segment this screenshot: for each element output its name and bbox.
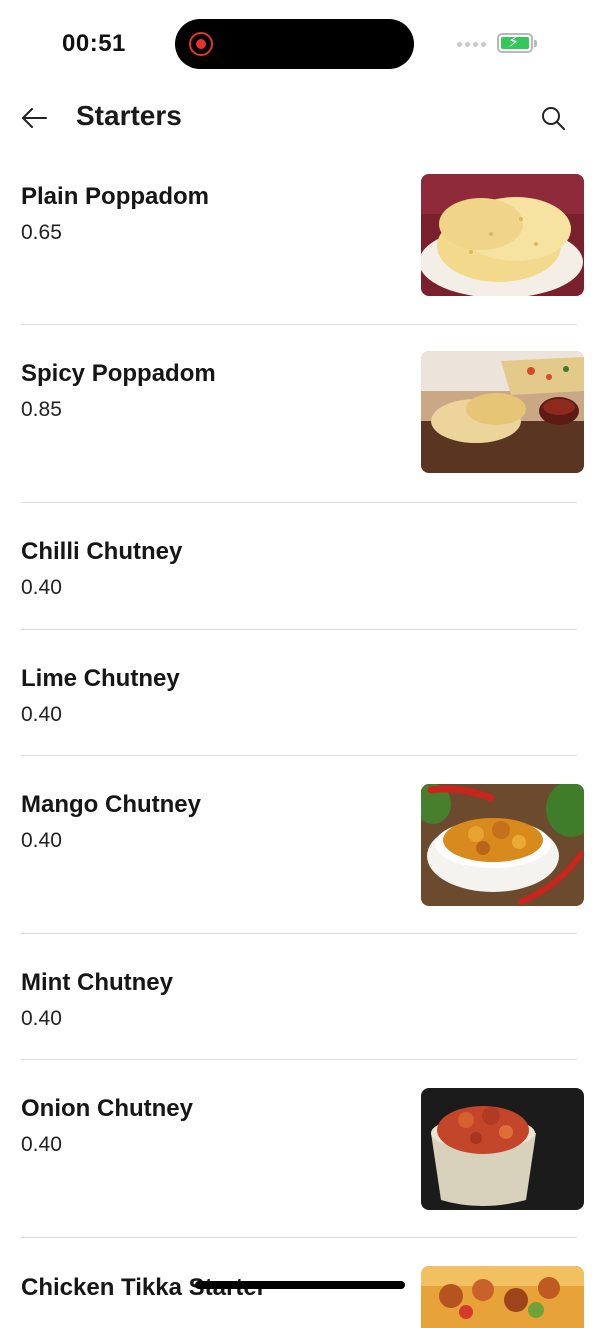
status-time: 00:51 <box>62 30 126 57</box>
item-image-spicy-poppadom <box>421 351 584 473</box>
search-icon <box>542 107 565 130</box>
item-price: 0.65 <box>21 221 62 244</box>
menu-item-list: Plain Poppadom 0.65 Spicy Poppadom 0.85 <box>0 148 598 1328</box>
item-price: 0.40 <box>21 1133 62 1156</box>
item-image-mango-chutney <box>421 784 584 906</box>
item-name: Spicy Poppadom <box>21 360 216 387</box>
item-price: 0.40 <box>21 829 62 852</box>
screen-record-icon <box>189 32 213 56</box>
battery-icon: ⚡ <box>497 33 537 53</box>
item-price: 0.40 <box>21 1007 62 1030</box>
menu-item[interactable]: Plain Poppadom 0.65 <box>21 148 584 325</box>
item-price: 0.40 <box>21 576 62 599</box>
item-name: Mint Chutney <box>21 969 173 996</box>
menu-item[interactable]: Spicy Poppadom 0.85 <box>21 325 584 503</box>
status-bar: 00:51 ⚡ <box>0 0 598 88</box>
item-name: Chilli Chutney <box>21 538 183 565</box>
search-button[interactable] <box>537 102 569 134</box>
item-name: Onion Chutney <box>21 1095 193 1122</box>
menu-item[interactable]: Mint Chutney 0.40 <box>21 934 577 1060</box>
item-name: Lime Chutney <box>21 665 180 692</box>
back-button[interactable] <box>18 102 50 134</box>
arrow-left-icon <box>22 108 47 128</box>
item-image-plain-poppadom <box>421 174 584 296</box>
item-name: Mango Chutney <box>21 791 201 818</box>
menu-item[interactable]: Onion Chutney 0.40 <box>21 1060 584 1238</box>
item-price: 0.40 <box>21 703 62 726</box>
menu-item[interactable]: Mango Chutney 0.40 <box>21 756 584 934</box>
menu-item[interactable]: Chilli Chutney 0.40 <box>21 503 577 630</box>
item-price: 0.85 <box>21 398 62 421</box>
item-image-onion-chutney <box>421 1088 584 1210</box>
item-name: Plain Poppadom <box>21 183 210 210</box>
top-app-bar: Starters <box>0 88 598 148</box>
dynamic-island <box>175 19 414 69</box>
menu-item[interactable]: Lime Chutney 0.40 <box>21 630 577 756</box>
item-image-chicken-tikka <box>421 1266 584 1328</box>
home-indicator[interactable] <box>195 1281 405 1289</box>
page-title: Starters <box>76 100 182 131</box>
signal-icon <box>457 42 486 47</box>
